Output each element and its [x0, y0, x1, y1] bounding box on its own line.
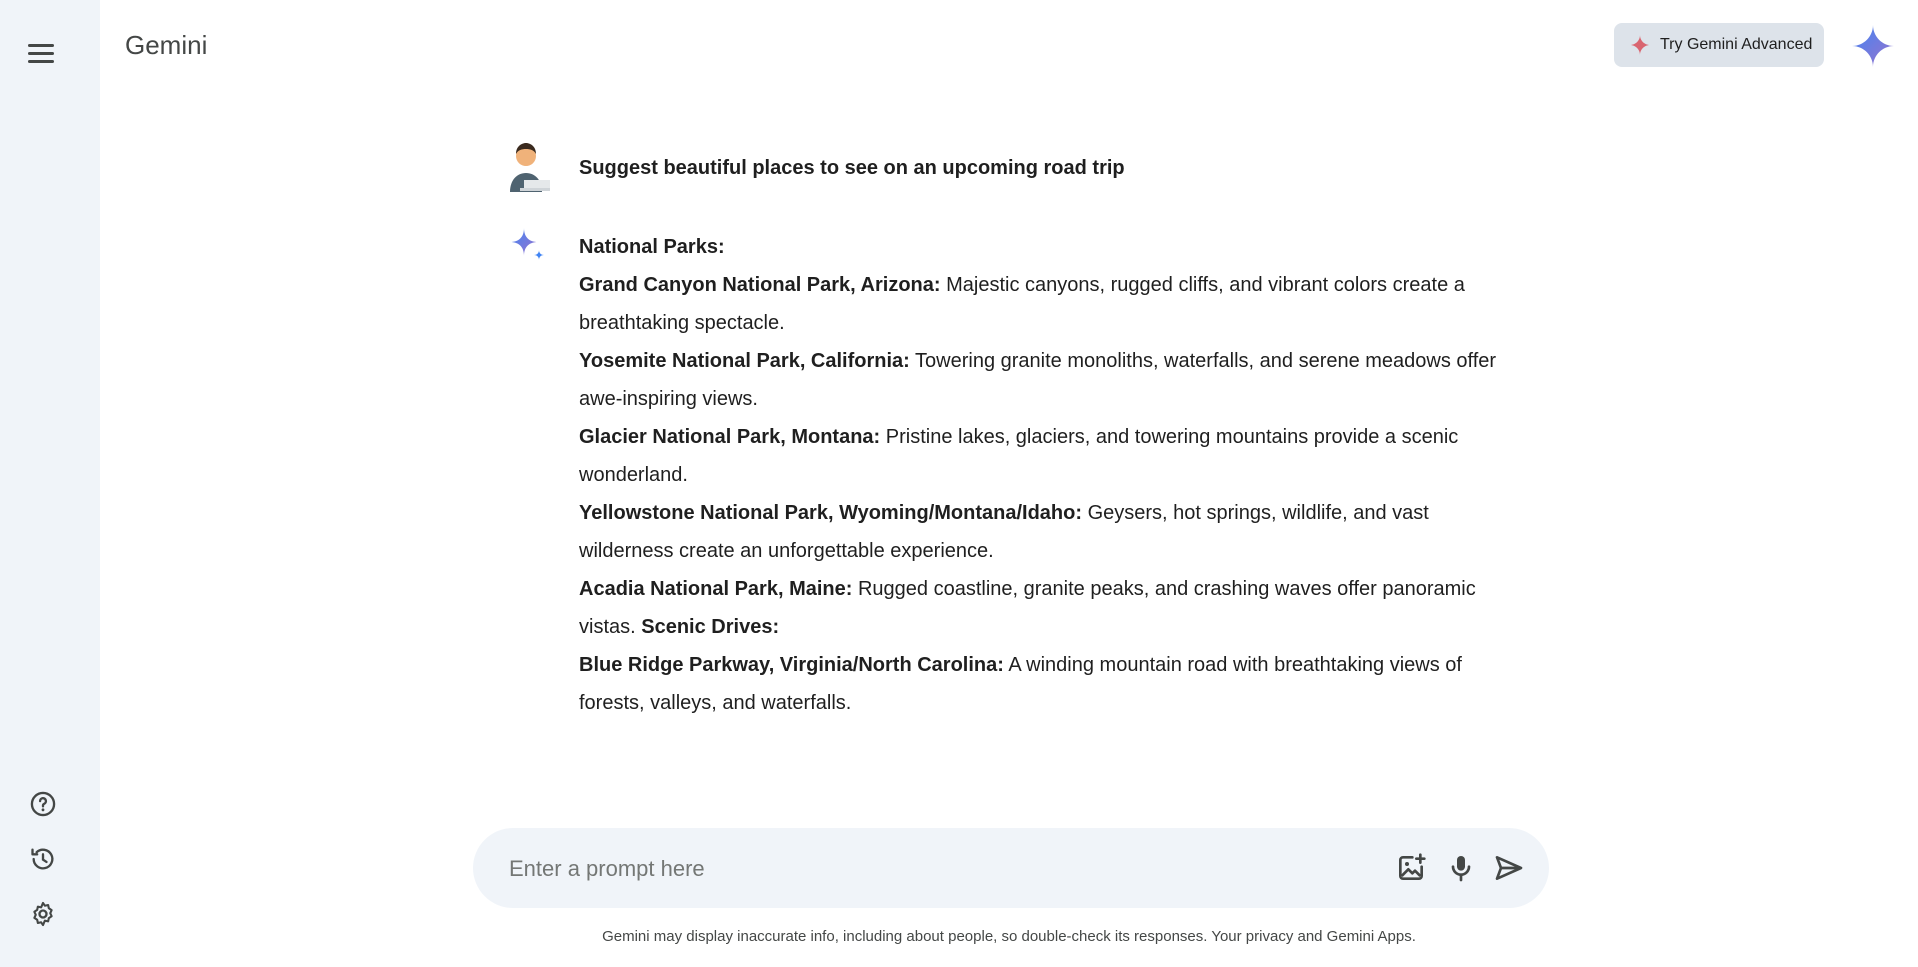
scroll-fade [500, 735, 1550, 755]
try-button-label: Try Gemini Advanced [1660, 36, 1813, 53]
app-title[interactable]: Gemini [125, 30, 207, 61]
add-image-icon[interactable] [1395, 852, 1427, 884]
user-prompt-text: Suggest beautiful places to see on an up… [579, 157, 1125, 179]
settings-gear-icon[interactable] [29, 900, 57, 928]
user-message: Suggest beautiful places to see on an up… [500, 130, 1550, 210]
list-item: Yosemite National Park, California: Towe… [579, 350, 1497, 410]
sidebar [0, 0, 100, 967]
list-item: Grand Canyon National Park, Arizona: Maj… [579, 274, 1465, 334]
list-item: Yellowstone National Park, Wyoming/Monta… [579, 502, 1429, 562]
list-item: Blue Ridge Parkway, Virginia/North Carol… [579, 654, 1462, 714]
try-gemini-advanced-button[interactable]: Try Gemini Advanced [1614, 23, 1824, 67]
help-icon[interactable] [29, 790, 57, 818]
gemini-response-icon [510, 228, 544, 260]
sparkle-icon [1630, 35, 1650, 55]
user-avatar-icon [510, 143, 550, 192]
history-icon[interactable] [29, 845, 57, 873]
response-text: National Parks: Grand Canyon National Pa… [579, 224, 1514, 722]
list-item: Acadia National Park, Maine: Rugged coas… [579, 578, 1476, 638]
conversation-area: Suggest beautiful places to see on an up… [500, 130, 1550, 753]
gemini-sparkle-icon[interactable] [1852, 25, 1894, 67]
disclaimer-text: Gemini may display inaccurate info, incl… [602, 928, 1416, 945]
model-response: National Parks: Grand Canyon National Pa… [500, 224, 1550, 722]
hamburger-menu-icon[interactable] [28, 44, 60, 64]
microphone-icon[interactable] [1445, 852, 1477, 884]
prompt-input[interactable] [507, 848, 1331, 890]
prompt-bar [473, 828, 1549, 908]
send-icon[interactable] [1493, 852, 1525, 884]
section-heading: Scenic Drives: [641, 616, 780, 638]
list-item: Glacier National Park, Montana: Pristine… [579, 426, 1459, 486]
section-heading: National Parks: [579, 236, 725, 258]
